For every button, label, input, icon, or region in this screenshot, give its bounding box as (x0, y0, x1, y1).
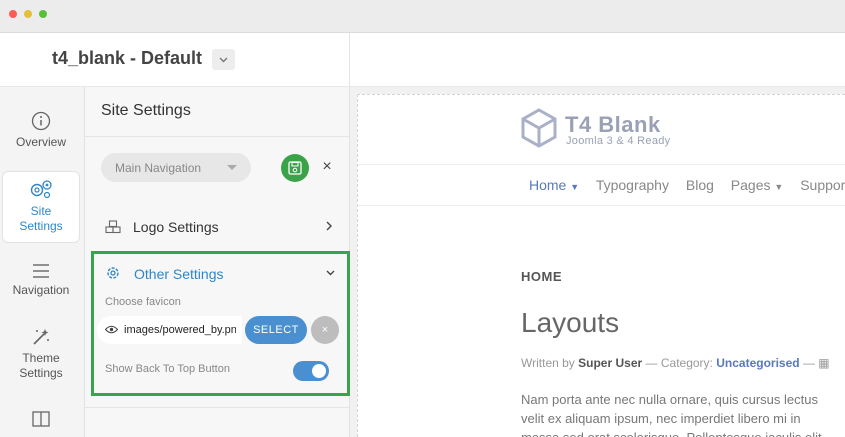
chevron-right-icon (326, 221, 332, 231)
written-by-label: Written by (521, 356, 575, 370)
back-to-top-toggle[interactable] (293, 361, 329, 381)
preview-main-menu: Home ▼ Typography Blog Pages ▼ Support (529, 177, 845, 193)
template-header: t4_blank - Default (0, 33, 350, 87)
layout-icon (32, 411, 50, 427)
body-line: Nam porta ante nec nulla ornare, quis cu… (521, 392, 818, 407)
close-panel-button[interactable]: × (319, 157, 335, 177)
header-right-area (350, 33, 845, 87)
author-name: Super User (578, 356, 643, 370)
rail-label-site: Site Settings (19, 204, 63, 233)
rail-item-navigation[interactable]: Navigation (2, 263, 80, 303)
toggle-knob (312, 364, 326, 378)
chevron-down-icon (219, 57, 228, 63)
info-icon (31, 111, 51, 131)
caret-down-icon: ▼ (570, 182, 580, 192)
maximize-window-icon[interactable] (39, 10, 47, 18)
body-line: velit ex aliquam ipsum, nec imperdiet li… (521, 411, 801, 426)
meta-separator: — (645, 356, 661, 370)
template-dropdown-button[interactable] (212, 49, 235, 70)
clear-favicon-button[interactable]: × (311, 316, 339, 344)
floppy-disk-icon (288, 161, 302, 175)
body-line: massa sed erat scelerisque. Pellentesque… (521, 428, 845, 437)
menu-item-pages[interactable]: Pages ▼ (731, 177, 784, 193)
breadcrumb: HOME (521, 269, 562, 284)
rail-item-site-settings[interactable]: Site Settings (2, 171, 80, 243)
close-window-icon[interactable] (9, 10, 17, 18)
cube-logo-icon (521, 108, 557, 148)
caret-down-icon (227, 165, 237, 170)
rail-label-navigation: Navigation (12, 283, 70, 297)
panel-bottom-divider (85, 407, 350, 408)
select-favicon-button[interactable]: SELECT (245, 316, 307, 344)
menu-item-typography[interactable]: Typography (596, 177, 669, 193)
rail-label-theme: Theme Settings (19, 351, 63, 380)
menu-item-support[interactable]: Support (800, 177, 845, 193)
menu-item-home-label: Home (529, 177, 567, 193)
logo-settings-label: Logo Settings (133, 219, 219, 235)
menu-item-pages-label: Pages (730, 177, 771, 193)
template-title: t4_blank - Default (52, 48, 203, 68)
panel-divider (85, 136, 350, 137)
favicon-value: images/powered_by.png (124, 324, 236, 336)
other-settings-header[interactable]: Other Settings (105, 263, 335, 285)
rail-item-theme-settings[interactable]: Theme Settings (2, 327, 80, 385)
gear-icon (107, 267, 119, 279)
menu-item-home[interactable]: Home ▼ (529, 177, 579, 193)
window-titlebar (0, 0, 845, 33)
category-label: Category: (660, 356, 713, 370)
navigation-select[interactable]: Main Navigation (101, 153, 251, 182)
rail-item-overview[interactable]: Overview (2, 111, 80, 153)
left-rail: Overview Site Settings Navigation Theme Se… (0, 87, 85, 437)
back-to-top-label: Show Back To Top Button (105, 363, 230, 375)
brand-tagline: Joomla 3 & 4 Ready (566, 135, 671, 147)
logo-settings-row[interactable]: Logo Settings (101, 215, 336, 239)
menu-item-blog[interactable]: Blog (686, 177, 714, 193)
navigation-select-value: Main Navigation (115, 161, 202, 175)
chevron-down-icon (326, 270, 335, 276)
category-link[interactable]: Uncategorised (716, 356, 799, 370)
calendar-icon: ▦ (818, 356, 830, 370)
rail-item-layout[interactable] (2, 411, 80, 431)
site-preview: T4 Blank Joomla 3 & 4 Ready Home ▼ Typog… (357, 94, 845, 437)
article-title: Layouts (521, 307, 620, 338)
rail-label-overview: Overview (15, 135, 66, 149)
article-meta: Written by Super User — Category: Uncate… (521, 356, 830, 370)
site-settings-panel: Site Settings Main Navigation × Logo Set… (85, 87, 350, 437)
magic-wand-icon (33, 329, 49, 345)
other-settings-label: Other Settings (134, 266, 224, 282)
preview-divider (358, 164, 845, 165)
panel-title: Site Settings (101, 102, 191, 119)
cubes-icon (105, 220, 121, 234)
save-button[interactable] (281, 154, 309, 182)
eye-icon[interactable] (105, 325, 118, 334)
meta-separator: — (802, 356, 819, 370)
minimize-window-icon[interactable] (24, 10, 32, 18)
preview-divider (358, 205, 845, 206)
menu-icon (33, 264, 49, 278)
caret-down-icon: ▼ (774, 182, 784, 192)
favicon-label: Choose favicon (105, 296, 181, 308)
other-settings-section: Other Settings Choose favicon images/pow… (91, 251, 350, 396)
article-body: Nam porta ante nec nulla ornare, quis cu… (521, 390, 845, 437)
gears-icon (30, 180, 52, 199)
favicon-input[interactable]: images/powered_by.png (97, 316, 242, 344)
